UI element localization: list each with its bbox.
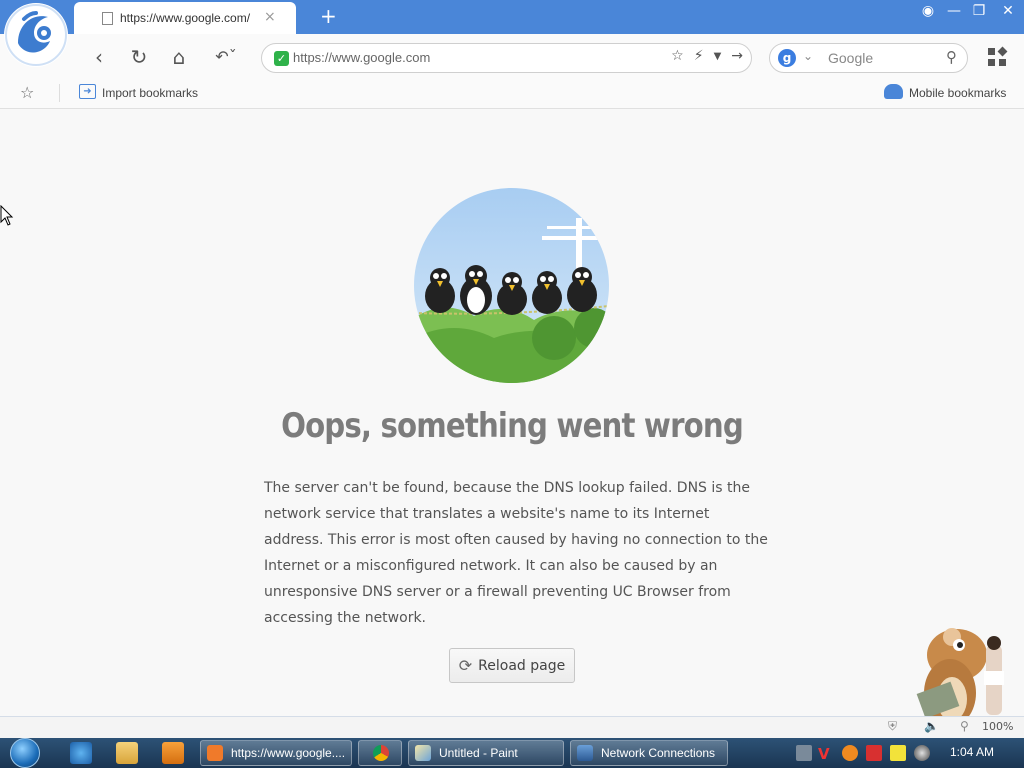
tray-message-icon[interactable]	[890, 745, 906, 761]
error-title: Oops, something went wrong	[281, 406, 744, 446]
zoom-icon[interactable]: ⚲	[960, 719, 969, 733]
cloud-icon[interactable]	[884, 84, 903, 99]
file-explorer-icon[interactable]	[116, 742, 138, 764]
search-input[interactable]: Google	[828, 50, 873, 66]
mouse-cursor-icon	[0, 205, 14, 226]
taskbar-item-network-connections[interactable]: Network Connections	[570, 740, 728, 766]
reload-page-button[interactable]: ⟳ Reload page	[449, 648, 575, 683]
taskbar-item-paint[interactable]: Untitled - Paint	[408, 740, 564, 766]
undo-close-tab-icon[interactable]: ↶ˇ	[206, 44, 246, 70]
internet-explorer-icon[interactable]	[70, 742, 92, 764]
paint-icon	[415, 745, 431, 761]
shield-icon[interactable]: ⛨	[888, 719, 897, 734]
uc-browser-task-icon	[207, 745, 223, 761]
apps-grid-icon[interactable]	[986, 46, 1008, 68]
clock[interactable]: 1:04 AM	[950, 745, 994, 759]
title-bar: https://www.google.com/ × + ◉ — ❐ ✕	[0, 0, 1024, 34]
taskbar-item-browser[interactable]: https://www.google....	[200, 740, 352, 766]
back-icon[interactable]: ‹	[86, 44, 112, 70]
go-arrow-icon[interactable]: →	[731, 48, 743, 64]
speed-mode-icon[interactable]: ⚡	[694, 48, 704, 64]
tray-flag-icon[interactable]	[866, 745, 882, 761]
search-engine-dropdown-icon[interactable]: ⌄	[803, 49, 813, 63]
tray-app-icon[interactable]	[796, 745, 812, 761]
import-bookmarks-link[interactable]: Import bookmarks	[102, 86, 198, 100]
url-text[interactable]: https://www.google.com	[293, 50, 430, 65]
search-icon[interactable]: ⚲	[946, 48, 957, 66]
close-window-button[interactable]: ✕	[996, 3, 1020, 19]
task-label: https://www.google....	[231, 746, 346, 760]
status-bar: ⛨ 🔈 ⚲ 100%	[0, 716, 1024, 738]
minimize-button[interactable]: —	[942, 3, 966, 19]
bookmarks-bar: ☆ ➜ Import bookmarks Mobile bookmarks	[0, 80, 1024, 109]
import-icon[interactable]: ➜	[79, 84, 96, 99]
birds-on-wire-illustration	[414, 188, 609, 383]
tab-close-icon[interactable]: ×	[264, 9, 276, 25]
mobile-bookmarks-link[interactable]: Mobile bookmarks	[909, 86, 1006, 100]
skin-icon[interactable]: ◉	[916, 3, 940, 19]
new-tab-button[interactable]: +	[320, 4, 337, 28]
windows-logo-icon	[10, 738, 40, 768]
search-box[interactable]: g ⌄ Google ⚲	[769, 43, 968, 73]
task-label: Network Connections	[601, 746, 716, 760]
error-description: The server can't be found, because the D…	[264, 480, 768, 626]
page-icon	[102, 12, 113, 25]
home-icon[interactable]: ⌂	[166, 44, 192, 70]
error-page: Oops, something went wrong The server ca…	[0, 110, 1024, 727]
start-button[interactable]	[4, 738, 46, 768]
tray-speaker-icon[interactable]	[914, 745, 930, 761]
reload-label: Reload page	[478, 657, 566, 674]
bookmark-star-icon[interactable]: ☆	[671, 48, 684, 64]
divider	[59, 84, 60, 102]
uc-browser-logo-icon[interactable]	[4, 3, 68, 67]
task-label: Untitled - Paint	[439, 746, 518, 760]
chrome-icon	[373, 745, 389, 761]
tray-v-icon[interactable]: V	[818, 745, 834, 763]
search-engine-icon[interactable]: g	[778, 49, 796, 67]
restore-button[interactable]: ❐	[967, 3, 991, 19]
navigation-toolbar: ‹ ↻ ⌂ ↶ˇ ✓ https://www.google.com ☆ ⚡ ▼ …	[0, 34, 1024, 80]
secure-check-icon: ✓	[274, 51, 289, 66]
address-bar[interactable]: ✓ https://www.google.com ☆ ⚡ ▼ →	[261, 43, 752, 73]
speed-dropdown-icon[interactable]: ▼	[714, 48, 722, 64]
network-icon	[577, 745, 593, 761]
tray-search-icon[interactable]	[842, 745, 858, 761]
volume-icon[interactable]: 🔈	[924, 719, 939, 733]
browser-tab[interactable]: https://www.google.com/ ×	[74, 2, 296, 34]
zoom-level[interactable]: 100%	[982, 720, 1013, 733]
reload-icon: ⟳	[458, 656, 473, 675]
windows-taskbar: https://www.google.... Untitled - Paint …	[0, 738, 1024, 768]
media-player-icon[interactable]	[162, 742, 184, 764]
taskbar-item-chrome[interactable]	[358, 740, 402, 766]
bookmarks-star-icon[interactable]: ☆	[20, 83, 34, 102]
refresh-icon[interactable]: ↻	[126, 44, 152, 70]
tab-title: https://www.google.com/	[120, 11, 251, 25]
